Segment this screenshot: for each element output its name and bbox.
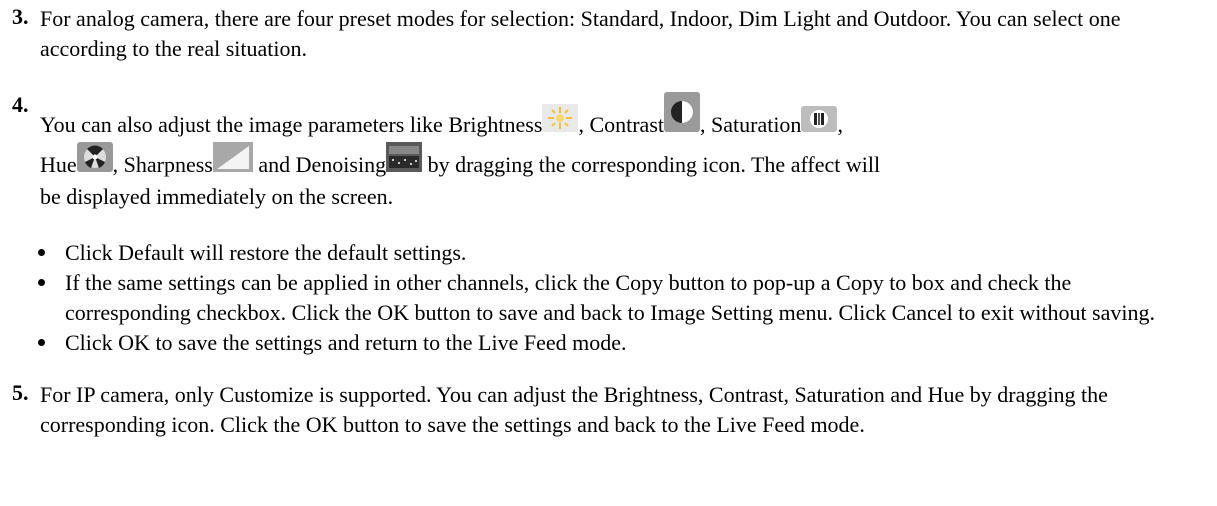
step-text: by dragging the corresponding icon. The … <box>422 152 881 177</box>
step-text: be displayed immediately on the screen. <box>40 184 394 209</box>
step-4: 4. You can also adjust the image paramet… <box>12 92 1200 212</box>
step-text: For analog camera, there are four preset… <box>40 6 1121 61</box>
sharpness-icon <box>212 142 253 172</box>
bullet-icon <box>38 279 45 286</box>
step-text: , Sharpness <box>112 152 213 177</box>
step-text: and Denoising <box>252 152 387 177</box>
hue-icon <box>76 142 113 172</box>
step-5: 5. For IP camera, only Customize is supp… <box>12 380 1200 440</box>
step-number: 5. <box>12 380 29 405</box>
brightness-icon <box>542 104 579 132</box>
bullet-icon <box>38 249 45 256</box>
step-text: You can also adjust the image parameters… <box>40 112 543 137</box>
bullet-list: Click Default will restore the default s… <box>34 238 1194 358</box>
saturation-icon <box>801 106 838 132</box>
step-text: For IP camera, only Customize is support… <box>40 382 1108 437</box>
list-item: If the same settings can be applied in o… <box>34 268 1194 328</box>
step-text: , Contrast <box>578 112 664 137</box>
bullet-icon <box>38 339 45 346</box>
step-text: Hue <box>40 152 77 177</box>
step-text: , <box>837 112 843 137</box>
step-text: , Saturation <box>700 112 802 137</box>
denoising-icon <box>386 142 423 172</box>
list-item: Click Default will restore the default s… <box>34 238 1194 268</box>
step-3: 3. For analog camera, there are four pre… <box>12 4 1200 64</box>
step-number: 3. <box>12 4 29 29</box>
contrast-icon <box>664 92 700 132</box>
step-number: 4. <box>12 92 29 117</box>
list-item: Click OK to save the settings and return… <box>34 328 1194 358</box>
